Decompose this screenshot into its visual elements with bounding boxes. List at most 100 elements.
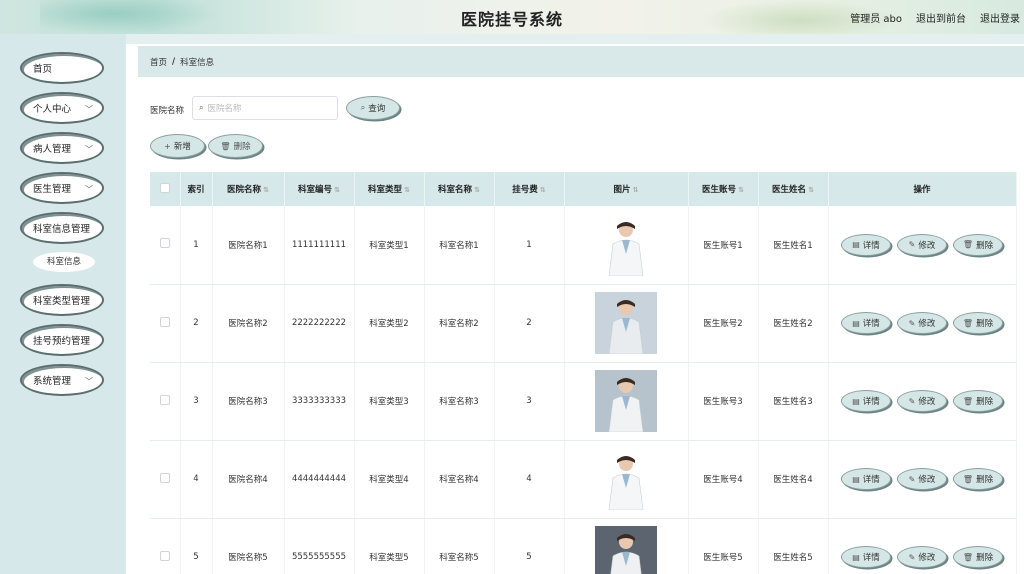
detail-button[interactable]: ▤ 详情 bbox=[841, 546, 891, 568]
sidebar-item-home[interactable]: 首页 bbox=[20, 52, 104, 84]
sidebar-subitem-dept-info[interactable]: 科室信息 bbox=[33, 252, 95, 272]
cell-dept-no: 3333333333 bbox=[284, 362, 355, 441]
sidebar-item-patient-management[interactable]: 病人管理 ﹀ bbox=[20, 132, 104, 164]
doctor-photo[interactable] bbox=[595, 448, 657, 510]
cell-dept-name: 科室名称2 bbox=[424, 284, 495, 363]
pencil-icon: ✎ bbox=[908, 240, 916, 250]
row-checkbox-cell[interactable] bbox=[150, 284, 181, 363]
cell-fee: 5 bbox=[494, 518, 565, 574]
detail-button[interactable]: ▤ 详情 bbox=[841, 390, 891, 412]
select-all-checkbox[interactable] bbox=[159, 182, 170, 193]
edit-button[interactable]: ✎ 修改 bbox=[897, 468, 947, 490]
table-body: 1 医院名称1 1111111111 科室类型1 科室名称1 1 医生账号1 医生姓名1 ▤… bbox=[150, 206, 1017, 574]
sidebar-item-system-management[interactable]: 系统管理 ﹀ bbox=[20, 364, 104, 396]
row-checkbox-cell[interactable] bbox=[150, 518, 181, 574]
cell-image bbox=[564, 518, 689, 574]
cell-image bbox=[564, 362, 689, 441]
select-all-checkbox-cell[interactable] bbox=[150, 172, 181, 206]
sidebar-item-dept-info-management[interactable]: 科室信息管理 bbox=[20, 212, 104, 244]
col-header-dept-name[interactable]: 科室名称 ⇅ bbox=[424, 172, 495, 206]
sidebar-item-personal-center[interactable]: 个人中心 ﹀ bbox=[20, 92, 104, 124]
row-checkbox-cell[interactable] bbox=[150, 206, 181, 285]
sidebar-item-label: 系统管理 bbox=[33, 376, 72, 387]
col-header-fee[interactable]: 挂号费 ⇅ bbox=[494, 172, 565, 206]
doctor-photo[interactable] bbox=[595, 213, 657, 276]
sort-icon[interactable]: ⇅ bbox=[263, 186, 269, 194]
row-checkbox[interactable] bbox=[159, 316, 170, 327]
trash-icon: 🗑 bbox=[962, 474, 974, 484]
cell-fee: 3 bbox=[494, 362, 565, 441]
sort-icon[interactable]: ⇅ bbox=[738, 186, 744, 194]
cell-dept-no: 2222222222 bbox=[284, 284, 355, 363]
row-checkbox-cell[interactable] bbox=[150, 362, 181, 441]
edit-button[interactable]: ✎ 修改 bbox=[897, 390, 947, 412]
row-checkbox[interactable] bbox=[159, 472, 170, 483]
delete-button[interactable]: 🗑 删除 bbox=[953, 468, 1003, 490]
delete-button-label: 删除 bbox=[976, 319, 994, 329]
cell-index: 2 bbox=[180, 284, 213, 363]
row-checkbox[interactable] bbox=[159, 550, 170, 561]
sort-icon[interactable]: ⇅ bbox=[633, 186, 639, 194]
detail-button[interactable]: ▤ 详情 bbox=[841, 468, 891, 490]
search-placeholder: 医院名称 bbox=[207, 104, 242, 114]
col-header-dept-no[interactable]: 科室编号 ⇅ bbox=[284, 172, 355, 206]
row-checkbox-cell[interactable] bbox=[150, 440, 181, 519]
pencil-icon: ✎ bbox=[908, 474, 916, 484]
main-content: 首页 / 科室信息 医院名称 ⌕ 医院名称 ⌕ 查询 + 新增 🗑 删除 索引 … bbox=[126, 34, 1024, 574]
detail-button-label: 详情 bbox=[862, 475, 880, 485]
row-checkbox[interactable] bbox=[159, 394, 170, 405]
back-to-front-link[interactable]: 退出到前台 bbox=[916, 10, 966, 25]
sidebar-item-appointment-management[interactable]: 挂号预约管理 bbox=[20, 324, 104, 356]
col-header-doctor-account[interactable]: 医生账号 ⇅ bbox=[688, 172, 759, 206]
detail-button[interactable]: ▤ 详情 bbox=[841, 233, 891, 256]
cell-image bbox=[564, 440, 689, 519]
pencil-icon: ✎ bbox=[908, 396, 916, 406]
search-icon: ⌕ bbox=[199, 103, 204, 112]
col-header-hospital[interactable]: 医院名称 ⇅ bbox=[212, 172, 285, 206]
table-header-row: 索引 医院名称 ⇅ 科室编号 ⇅ 科室类型 ⇅ 科室名称 ⇅ 挂号费 ⇅ 图片 ⇅ 医生账号… bbox=[150, 172, 1017, 206]
detail-button[interactable]: ▤ 详情 bbox=[841, 312, 891, 334]
cell-dept-type: 科室类型3 bbox=[354, 362, 425, 441]
delete-button[interactable]: 🗑 删除 bbox=[953, 233, 1003, 256]
row-actions: ▤ 详情 ✎ 修改 🗑 删除 bbox=[829, 546, 1016, 568]
logout-link[interactable]: 退出登录 bbox=[980, 10, 1020, 25]
edit-button-label: 修改 bbox=[918, 240, 936, 251]
search-button[interactable]: ⌕ 查询 bbox=[346, 96, 400, 120]
edit-button[interactable]: ✎ 修改 bbox=[897, 312, 947, 334]
cell-dept-name: 科室名称1 bbox=[424, 206, 495, 285]
document-icon: ▤ bbox=[852, 396, 860, 406]
sidebar-item-label: 科室类型管理 bbox=[33, 296, 91, 307]
cell-dept-type: 科室类型4 bbox=[354, 440, 425, 519]
doctor-photo[interactable] bbox=[595, 370, 657, 432]
sidebar-item-dept-type-management[interactable]: 科室类型管理 bbox=[20, 284, 104, 316]
doctor-photo[interactable] bbox=[595, 526, 657, 574]
col-header-image[interactable]: 图片 ⇅ bbox=[564, 172, 689, 206]
sort-icon[interactable]: ⇅ bbox=[334, 186, 340, 194]
batch-delete-button[interactable]: 🗑 删除 bbox=[208, 134, 263, 158]
pencil-icon: ✎ bbox=[908, 318, 916, 328]
cell-fee: 4 bbox=[494, 440, 565, 519]
add-button[interactable]: + 新增 bbox=[150, 134, 205, 158]
chevron-down-icon: ﹀ bbox=[85, 377, 93, 386]
edit-button[interactable]: ✎ 修改 bbox=[897, 233, 947, 256]
sort-icon[interactable]: ⇅ bbox=[474, 186, 480, 194]
col-header-dept-type[interactable]: 科室类型 ⇅ bbox=[354, 172, 425, 206]
sort-icon[interactable]: ⇅ bbox=[540, 186, 546, 194]
doctor-photo[interactable] bbox=[595, 292, 657, 354]
trash-icon: 🗑 bbox=[962, 396, 974, 406]
delete-button[interactable]: 🗑 删除 bbox=[953, 546, 1003, 568]
breadcrumb-home[interactable]: 首页 bbox=[150, 56, 167, 68]
sort-icon[interactable]: ⇅ bbox=[808, 186, 814, 194]
delete-button[interactable]: 🗑 删除 bbox=[953, 312, 1003, 334]
search-input[interactable]: ⌕ 医院名称 bbox=[192, 96, 338, 120]
sort-icon[interactable]: ⇅ bbox=[404, 186, 410, 194]
col-header-doctor-name[interactable]: 医生姓名 ⇅ bbox=[758, 172, 829, 206]
cell-hospital: 医院名称5 bbox=[212, 518, 285, 574]
cell-dept-no: 4444444444 bbox=[284, 440, 355, 519]
cell-index: 4 bbox=[180, 440, 213, 519]
cell-doctor-name: 医生姓名2 bbox=[758, 284, 829, 363]
sidebar-item-doctor-management[interactable]: 医生管理 ﹀ bbox=[20, 172, 104, 204]
edit-button[interactable]: ✎ 修改 bbox=[897, 546, 947, 568]
delete-button[interactable]: 🗑 删除 bbox=[953, 390, 1003, 412]
row-checkbox[interactable] bbox=[159, 238, 170, 249]
